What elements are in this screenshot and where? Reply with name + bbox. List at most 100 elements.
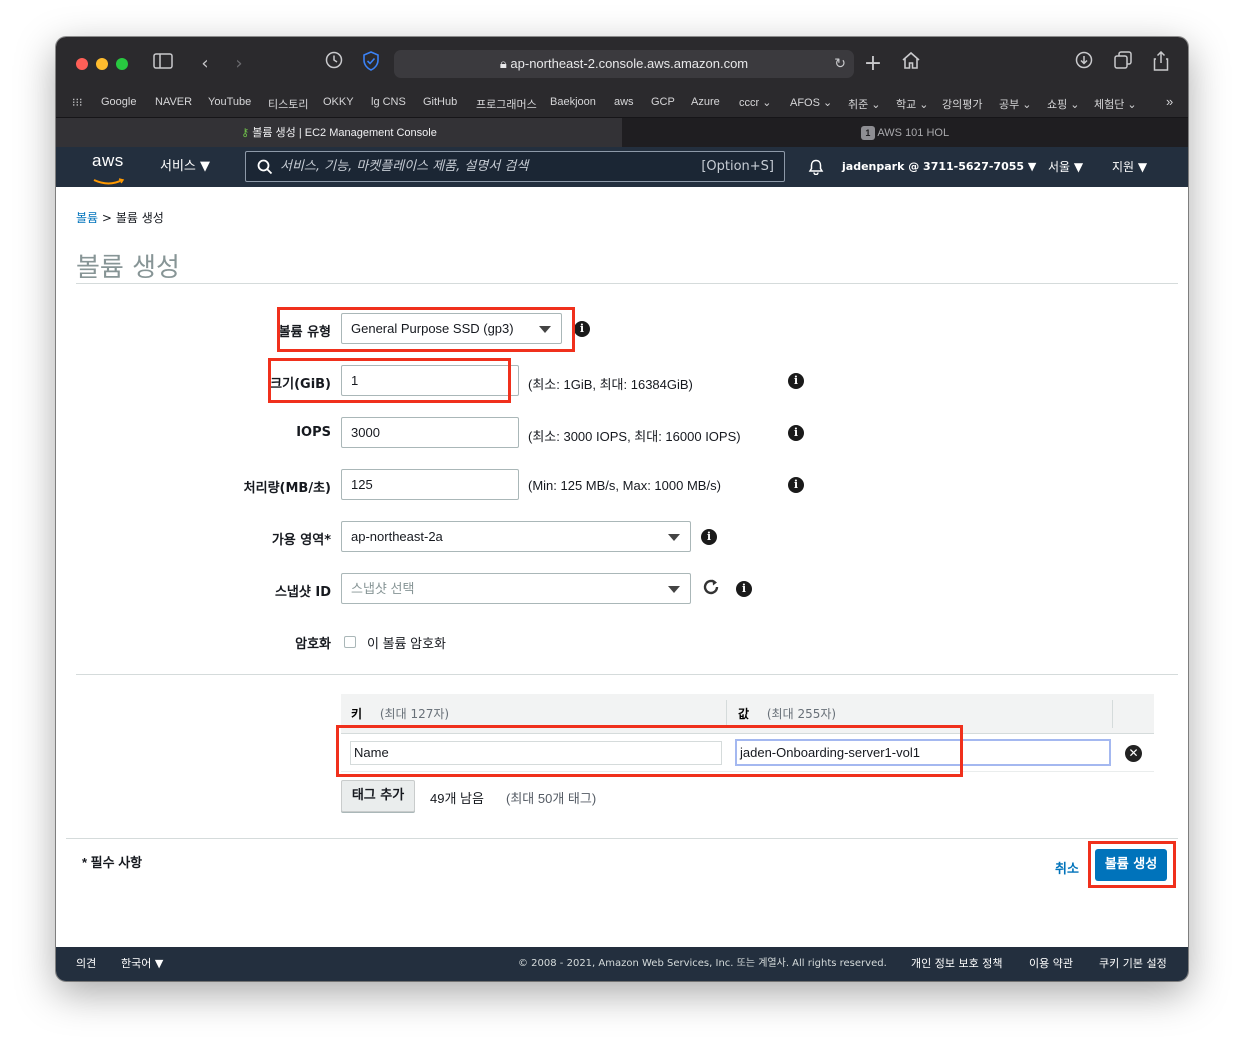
support-menu[interactable]: 지원 ▼ xyxy=(1112,147,1147,187)
tab-overview-icon[interactable] xyxy=(1110,51,1136,77)
breadcrumb: 볼륨 > 볼륨 생성 xyxy=(76,211,164,225)
shield-icon[interactable] xyxy=(358,51,384,77)
bookmark-aws[interactable]: aws xyxy=(614,96,634,108)
browser-window: ‹ › 🔒︎ ap-northeast-2.console.aws.amazon… xyxy=(56,37,1188,981)
forward-icon[interactable]: › xyxy=(226,51,252,77)
encryption-checkbox[interactable] xyxy=(344,636,356,648)
bookmark-naver[interactable]: NAVER xyxy=(155,96,192,108)
bookmark-job[interactable]: 취준 ⌄ xyxy=(848,96,881,112)
tab-badge: 1 xyxy=(860,126,875,140)
tab-aws-101-hol[interactable]: 1 AWS 101 HOL xyxy=(622,118,1188,148)
more-bookmarks-icon[interactable]: » xyxy=(1166,94,1173,109)
account-menu[interactable]: jadenpark @ 3711-5627-7055 ▼ xyxy=(842,147,1036,187)
aws-smile-icon xyxy=(93,178,125,185)
bookmark-programmers[interactable]: 프로그래머스 xyxy=(476,96,537,112)
language-menu[interactable]: 한국어 ▼ xyxy=(121,947,163,981)
column-divider xyxy=(726,700,727,728)
iops-input[interactable]: 3000 xyxy=(341,417,519,448)
bookmark-lecture-review[interactable]: 강의평가 xyxy=(942,96,982,112)
aws-favicon-icon: ⚷ xyxy=(241,127,250,139)
region-menu[interactable]: 서울 ▼ xyxy=(1048,147,1083,187)
bookmark-lgcns[interactable]: lg CNS xyxy=(371,96,406,108)
required-note: * 필수 사항 xyxy=(82,855,143,870)
breadcrumb-volumes-link[interactable]: 볼륨 xyxy=(76,211,98,225)
bookmark-youtube[interactable]: YouTube xyxy=(208,96,251,108)
snapshot-info-icon[interactable]: i xyxy=(736,581,752,597)
actions-divider xyxy=(66,838,1178,839)
search-shortcut: [Option+S] xyxy=(701,159,774,174)
title-divider xyxy=(76,283,1178,284)
tab-bar: ⚷ 볼륨 생성 | EC2 Management Console 1 AWS 1… xyxy=(56,117,1188,148)
refresh-icon[interactable] xyxy=(701,577,721,597)
tab-ec2-console[interactable]: ⚷ 볼륨 생성 | EC2 Management Console xyxy=(56,118,622,148)
remove-tag-icon[interactable]: ✕ xyxy=(1125,745,1142,762)
browser-titlebar: ‹ › 🔒︎ ap-northeast-2.console.aws.amazon… xyxy=(56,37,1188,91)
cancel-link[interactable]: 취소 xyxy=(1055,858,1079,877)
add-tag-button[interactable]: 태그 추가 xyxy=(341,780,415,812)
bookmark-study[interactable]: 공부 ⌄ xyxy=(999,96,1032,112)
download-icon[interactable] xyxy=(1071,51,1097,77)
notifications-bell-icon[interactable] xyxy=(808,147,824,187)
breadcrumb-current: 볼륨 생성 xyxy=(115,211,164,225)
size-info-icon[interactable]: i xyxy=(788,373,804,389)
bookmark-tistory[interactable]: 티스토리 xyxy=(268,96,308,112)
terms-link[interactable]: 이용 약관 xyxy=(1029,947,1073,981)
home-icon[interactable] xyxy=(898,51,924,77)
bookmark-baekjoon[interactable]: Baekjoon xyxy=(550,96,596,108)
aws-footer: 의견 한국어 ▼ © 2008 - 2021, Amazon Web Servi… xyxy=(56,947,1188,981)
bookmark-afos[interactable]: AFOS ⌄ xyxy=(790,96,832,109)
chevron-down-icon xyxy=(668,586,680,593)
snapshot-select[interactable]: 스냅샷 선택 xyxy=(341,573,691,604)
bookmark-google[interactable]: Google xyxy=(101,96,136,108)
sidebar-icon[interactable] xyxy=(150,51,176,77)
bookmark-github[interactable]: GitHub xyxy=(423,96,457,108)
new-tab-icon[interactable]: + xyxy=(860,51,886,77)
volume-type-info-icon[interactable]: i xyxy=(574,321,590,337)
tags-max-hint: (최대 50개 태그) xyxy=(506,791,597,806)
share-icon[interactable] xyxy=(1148,50,1174,77)
iops-label: IOPS xyxy=(296,425,331,440)
search-input[interactable]: 서비스, 기능, 마켓플레이스 제품, 설명서 검색 [Option+S] xyxy=(245,151,785,182)
size-hint: (최소: 1GiB, 최대: 16384GiB) xyxy=(528,377,693,392)
az-info-icon[interactable]: i xyxy=(701,529,717,545)
search-placeholder: 서비스, 기능, 마켓플레이스 제품, 설명서 검색 xyxy=(280,159,529,174)
aws-logo[interactable]: aws xyxy=(92,151,128,185)
aws-top-nav: aws 서비스 ▼ 서비스, 기능, 마켓플레이스 제품, 설명서 검색 [Op… xyxy=(56,147,1188,187)
throughput-input[interactable]: 125 xyxy=(341,469,519,500)
services-menu[interactable]: 서비스 ▼ xyxy=(160,147,210,187)
iops-hint: (최소: 3000 IOPS, 최대: 16000 IOPS) xyxy=(528,429,741,444)
feedback-link[interactable]: 의견 xyxy=(76,947,96,981)
throughput-info-icon[interactable]: i xyxy=(788,477,804,493)
az-label: 가용 영역* xyxy=(271,533,331,548)
url-text: 🔒︎ ap-northeast-2.console.aws.amazon.com xyxy=(499,56,749,71)
bookmark-experience[interactable]: 체험단 ⌄ xyxy=(1094,96,1137,112)
aws-logo-text: aws xyxy=(92,151,124,170)
chevron-down-icon xyxy=(668,534,680,541)
highlight-size xyxy=(268,358,511,403)
bookmark-school[interactable]: 학교 ⌄ xyxy=(896,96,929,112)
close-window-button[interactable] xyxy=(76,58,88,70)
page-title: 볼륨 생성 xyxy=(76,253,180,283)
highlight-tag-row xyxy=(336,725,963,777)
address-bar[interactable]: 🔒︎ ap-northeast-2.console.aws.amazon.com… xyxy=(394,50,854,78)
bookmark-cccr[interactable]: cccr ⌄ xyxy=(739,96,771,109)
history-icon[interactable] xyxy=(321,51,347,77)
bookmark-azure[interactable]: Azure xyxy=(691,96,720,108)
reload-icon[interactable]: ↻ xyxy=(834,50,846,78)
back-icon[interactable]: ‹ xyxy=(192,51,218,77)
apps-grid-icon[interactable]: ⁝⁝⁝ xyxy=(72,96,83,109)
encryption-checkbox-label[interactable]: 이 볼륨 암호화 xyxy=(367,633,446,652)
throughput-hint: (Min: 125 MB/s, Max: 1000 MB/s) xyxy=(528,478,721,493)
bookmark-shopping[interactable]: 쇼핑 ⌄ xyxy=(1047,96,1080,112)
bookmark-gcp[interactable]: GCP xyxy=(651,96,675,108)
cookie-settings-link[interactable]: 쿠키 기본 설정 xyxy=(1099,947,1167,981)
privacy-link[interactable]: 개인 정보 보호 정책 xyxy=(911,947,1002,981)
az-select[interactable]: ap-northeast-2a xyxy=(341,521,691,552)
iops-info-icon[interactable]: i xyxy=(788,425,804,441)
zoom-window-button[interactable] xyxy=(116,58,128,70)
search-icon xyxy=(257,159,273,175)
form-divider xyxy=(76,674,1178,675)
bookmark-okky[interactable]: OKKY xyxy=(323,96,354,108)
tags-remaining: 49개 남음 xyxy=(430,791,484,806)
minimize-window-button[interactable] xyxy=(96,58,108,70)
